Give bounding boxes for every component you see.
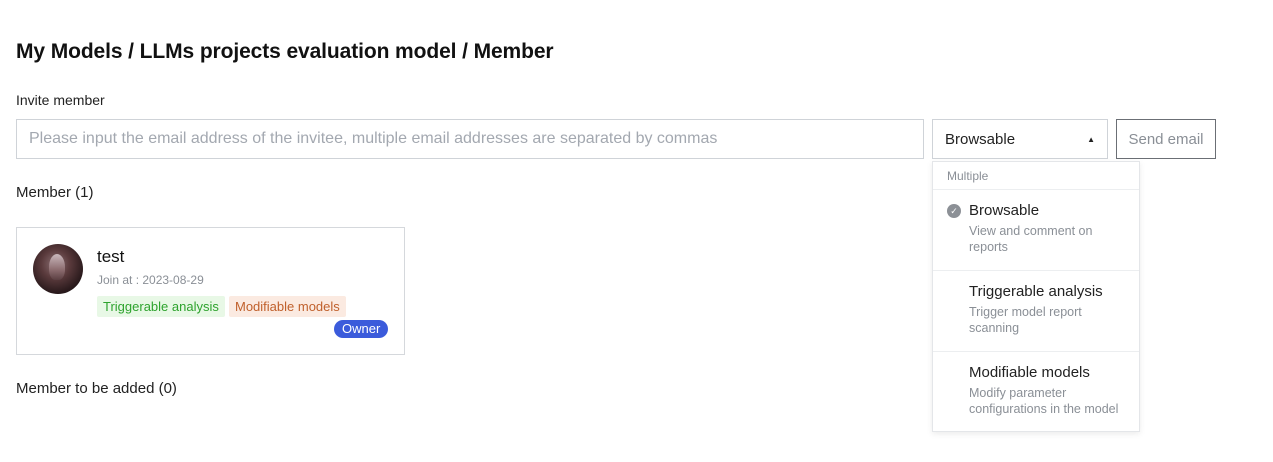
option-triggerable-analysis[interactable]: Triggerable analysis Trigger model repor… — [933, 271, 1139, 352]
option-title: Browsable — [969, 202, 1040, 219]
option-description: View and comment on reports — [969, 224, 1093, 254]
owner-badge: Owner — [334, 320, 389, 338]
check-circle-icon: ✓ — [947, 204, 961, 218]
invitee-email-input[interactable] — [16, 119, 924, 159]
option-title: Modifiable models — [969, 364, 1090, 381]
member-heading: Member (1) — [16, 184, 94, 201]
member-join-date: Join at : 2023-08-29 — [97, 273, 204, 287]
permission-select-value: Browsable — [945, 130, 1016, 148]
avatar — [33, 244, 83, 294]
option-title: Triggerable analysis — [969, 283, 1103, 300]
member-card: test Join at : 2023-08-29 Triggerable an… — [16, 227, 405, 355]
member-name: test — [97, 247, 125, 266]
page-title: My Models / LLMs projects evaluation mod… — [16, 40, 554, 63]
option-description: Trigger model report scanning — [969, 305, 1082, 335]
option-browsable[interactable]: ✓ Browsable View and comment on reports — [933, 190, 1139, 271]
permission-select[interactable]: Browsable ▲ — [932, 119, 1108, 159]
permission-dropdown-menu: Multiple ✓ Browsable View and comment on… — [932, 161, 1140, 432]
option-description: Modify parameter configurations in the m… — [969, 386, 1119, 416]
option-modifiable-models[interactable]: Modifiable models Modify parameter confi… — [933, 352, 1139, 433]
tag-triggerable-analysis: Triggerable analysis — [97, 296, 225, 317]
invite-member-label: Invite member — [16, 92, 105, 108]
send-email-button[interactable]: Send email — [1116, 119, 1216, 159]
tag-modifiable-models: Modifiable models — [229, 296, 346, 317]
member-to-be-added-heading: Member to be added (0) — [16, 380, 177, 397]
caret-up-icon: ▲ — [1087, 134, 1095, 144]
dropdown-header: Multiple — [933, 162, 1139, 190]
